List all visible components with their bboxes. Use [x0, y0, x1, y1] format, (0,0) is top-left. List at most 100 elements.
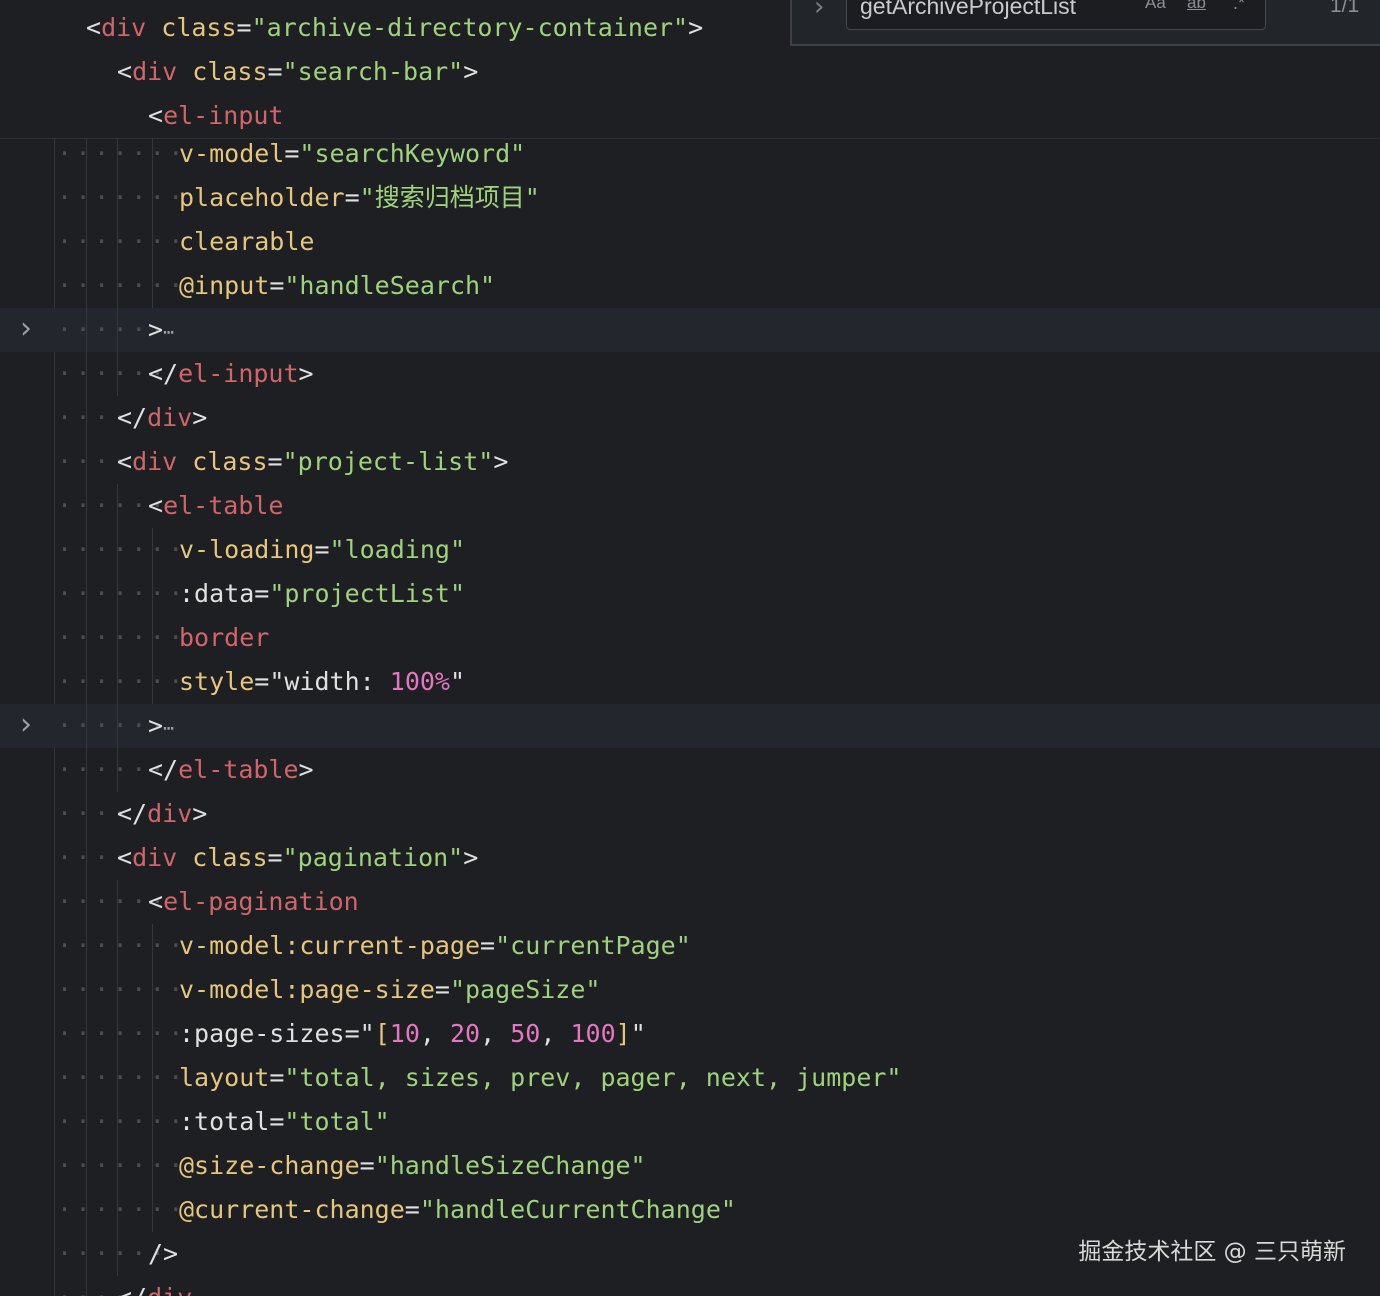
indent-guide	[86, 440, 87, 484]
indent-guide	[86, 616, 87, 660]
code-line[interactable]: ···· <div class="project-list">	[0, 440, 1380, 484]
tag-bracket: >	[463, 57, 479, 86]
code-line[interactable]: ···· <div class="pagination">	[0, 836, 1380, 880]
equals-sign: =	[269, 1063, 285, 1092]
chevron-right-icon[interactable]: ›	[20, 314, 46, 344]
style-property: width:	[284, 667, 375, 696]
number-literal: 20	[450, 1019, 481, 1048]
number-literal: 100	[570, 1019, 616, 1048]
whole-word-toggle[interactable]: ab	[1187, 0, 1206, 13]
code-line[interactable]: ······· layout="total, sizes, prev, page…	[0, 1056, 1380, 1100]
indent-guide	[117, 660, 118, 704]
folded-code-line[interactable]: › ······ >⋯	[0, 704, 1380, 748]
attribute-name: @size-change	[179, 1151, 360, 1180]
equals-sign: =	[284, 139, 300, 168]
code-line[interactable]: ······ <el-pagination	[0, 880, 1380, 924]
attribute-value: "projectList"	[269, 579, 465, 608]
tag-bracket: <	[117, 57, 133, 86]
tag-bracket: >	[192, 403, 208, 432]
find-input[interactable]: getArchiveProjectList Aa ab .*	[846, 0, 1266, 30]
indent-guide	[117, 968, 118, 1012]
code-line[interactable]: ······· @size-change="handleSizeChange"	[0, 1144, 1380, 1188]
attribute-value: "currentPage"	[495, 931, 691, 960]
code-line[interactable]: ······· v-model:current-page="currentPag…	[0, 924, 1380, 968]
indent-guide	[117, 572, 118, 616]
tag-bracket: </	[117, 799, 148, 828]
code-line[interactable]: ······· v-model:page-size="pageSize"	[0, 968, 1380, 1012]
code-line[interactable]: ···· </div	[0, 1276, 1380, 1296]
indent-guide	[117, 1188, 118, 1232]
indent-guide	[152, 660, 153, 704]
indent-guide	[152, 924, 153, 968]
tag-bracket: </	[117, 1283, 147, 1296]
tag-name: el-pagination	[163, 887, 359, 916]
code-line[interactable]: ···· </div>	[0, 396, 1380, 440]
tag-bracket: <	[117, 447, 133, 476]
code-line[interactable]: ······· :data="projectList"	[0, 572, 1380, 616]
indent-guide	[152, 968, 153, 1012]
attribute-name: @input	[179, 271, 270, 300]
comma: ,	[480, 1019, 496, 1048]
match-case-toggle[interactable]: Aa	[1145, 0, 1166, 13]
tag-bracket: <	[148, 101, 164, 130]
code-line[interactable]: ······ </el-table>	[0, 748, 1380, 792]
attribute-name: placeholder	[179, 183, 345, 212]
attribute-value: "handleCurrentChange"	[419, 1195, 736, 1224]
whitespace-markers: ·······	[57, 535, 187, 564]
indent-guide	[117, 616, 118, 660]
tag-name: div	[147, 403, 193, 432]
attribute-name: layout	[179, 1063, 270, 1092]
attribute-value: "handleSearch"	[284, 271, 496, 300]
tag-bracket: >	[298, 755, 314, 784]
code-line[interactable]: ······· @input="handleSearch"	[0, 264, 1380, 308]
code-line[interactable]: ······· :page-sizes="[10, 20, 50, 100]"	[0, 1012, 1380, 1056]
tag-name: el-table	[178, 755, 299, 784]
attribute-value: "total, sizes, prev, pager, next, jumper…	[284, 1063, 902, 1092]
sticky-line[interactable]: <div class="search-bar">	[0, 50, 1380, 94]
indent-guide	[86, 264, 87, 308]
attribute-name: style	[179, 667, 255, 696]
attribute-name: :total	[179, 1107, 270, 1136]
tag-name: el-input	[178, 359, 299, 388]
code-editor[interactable]: <div class="archive-directory-container"…	[0, 0, 1380, 1296]
code-line[interactable]: ······· :total="total"	[0, 1100, 1380, 1144]
code-line[interactable]: ······ </el-input>	[0, 352, 1380, 396]
folded-code-line[interactable]: › ······ >⋯	[0, 308, 1380, 352]
indent-guide	[152, 1144, 153, 1188]
indent-guide	[86, 1188, 87, 1232]
code-line[interactable]: ······· v-loading="loading"	[0, 528, 1380, 572]
tag-name: div	[132, 843, 178, 872]
code-line[interactable]: ···· </div>	[0, 792, 1380, 836]
indent-guide	[117, 1012, 118, 1056]
whitespace-markers: ·······	[57, 1063, 187, 1092]
indent-guide	[117, 308, 118, 352]
tag-name: el-input	[163, 101, 284, 130]
indent-guide	[86, 1100, 87, 1144]
attribute-name: clearable	[179, 227, 315, 256]
indent-guide	[117, 220, 118, 264]
fold-ellipsis[interactable]: ⋯	[163, 718, 174, 739]
number-literal: 50	[510, 1019, 541, 1048]
equals-sign: =	[480, 931, 496, 960]
code-line[interactable]: ······· clearable	[0, 220, 1380, 264]
code-line[interactable]: ······ <el-table	[0, 484, 1380, 528]
equals-sign: =	[359, 1151, 375, 1180]
code-line[interactable]: ······· border	[0, 616, 1380, 660]
attribute-name: v-model:current-page	[179, 931, 481, 960]
fold-ellipsis[interactable]: ⋯	[163, 322, 174, 343]
tag-name: div	[147, 799, 193, 828]
code-line[interactable]: ······· style="width: 100%"	[0, 660, 1380, 704]
code-line[interactable]: ······· placeholder="搜索归档项目"	[0, 176, 1380, 220]
tag-bracket: >	[298, 359, 314, 388]
code-line[interactable]: ······· @current-change="handleCurrentCh…	[0, 1188, 1380, 1232]
attribute-name: class	[161, 13, 237, 42]
indent-guide	[152, 1012, 153, 1056]
regex-toggle[interactable]: .*	[1233, 0, 1245, 14]
attribute-value: "pageSize"	[449, 975, 601, 1004]
sticky-line[interactable]: <el-input	[0, 94, 1380, 138]
chevron-right-icon[interactable]: ›	[20, 710, 46, 740]
whitespace-markers: ·······	[57, 1151, 187, 1180]
chevron-right-icon[interactable]: ›	[814, 0, 824, 22]
number-literal: 10	[389, 1019, 420, 1048]
equals-sign: =	[254, 667, 270, 696]
